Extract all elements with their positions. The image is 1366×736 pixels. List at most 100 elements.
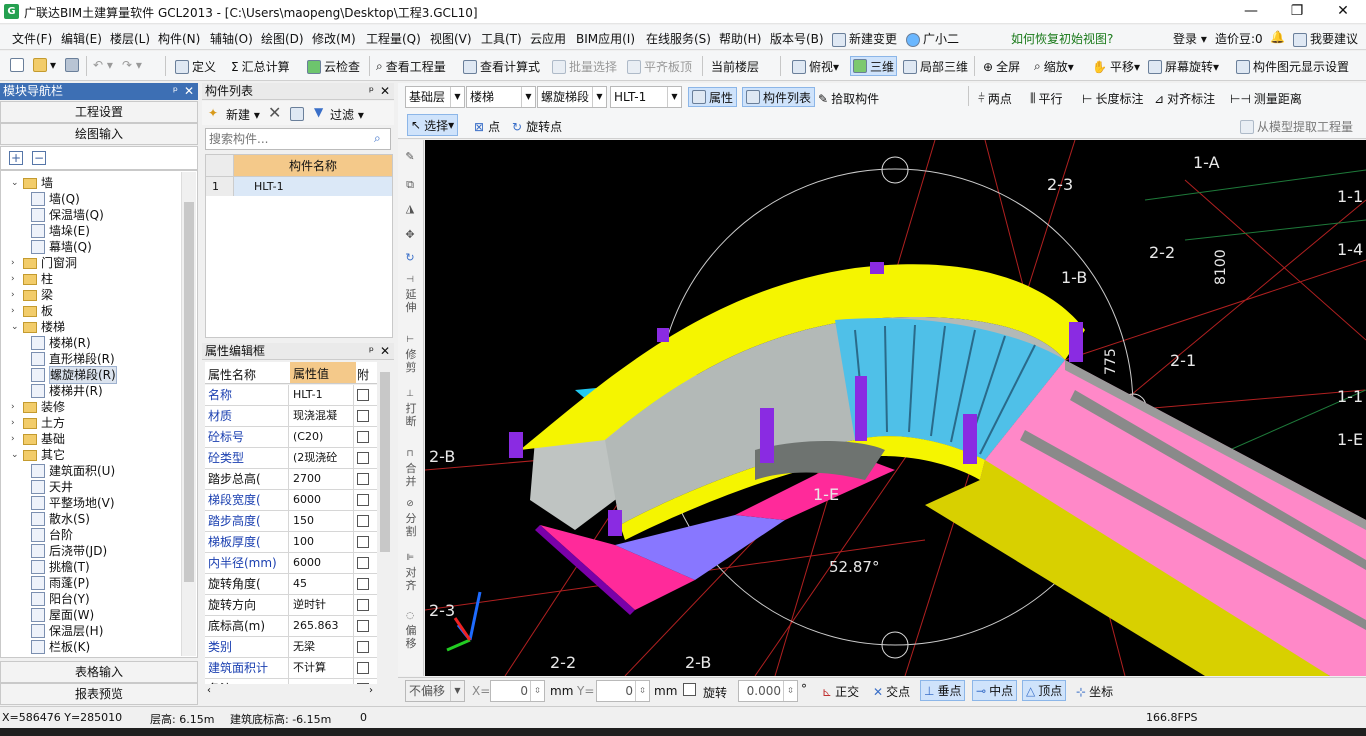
offset-mode-select[interactable]: 不偏移 ▼	[405, 680, 465, 702]
property-scrollbar[interactable]	[378, 362, 393, 680]
menu-help[interactable]: 帮助(H)	[719, 30, 761, 47]
tree-item[interactable]: › 基础	[11, 431, 65, 447]
length-label-button[interactable]: ⊢ 长度标注	[1082, 90, 1143, 107]
new-component-button[interactable]: 新建 ▾	[226, 106, 260, 123]
category-select[interactable]: 楼梯 ▼	[466, 86, 536, 108]
menu-edit[interactable]: 编辑(E)	[61, 30, 102, 47]
close-icon[interactable]: ✕	[380, 343, 390, 360]
menu-file[interactable]: 文件(F)	[12, 30, 52, 47]
property-row[interactable]: 砼类型 (2现浇砼	[205, 448, 377, 469]
tree-item[interactable]: 楼梯井(R)	[31, 383, 103, 399]
tree-item[interactable]: 散水(S)	[31, 511, 90, 527]
save-icon[interactable]	[65, 58, 82, 72]
menu-modify[interactable]: 修改(M)	[312, 30, 356, 47]
property-value[interactable]: (C20)	[290, 427, 354, 447]
project-settings-button[interactable]: 工程设置	[0, 101, 198, 123]
rotate-point-button[interactable]: ↻ 旋转点	[512, 118, 562, 135]
property-extra-checkbox[interactable]	[357, 620, 369, 632]
menu-aux-axis[interactable]: 辅轴(O)	[210, 30, 253, 47]
menu-view[interactable]: 视图(V)	[430, 30, 472, 47]
property-row[interactable]: 类别 无梁	[205, 637, 377, 658]
tree-item[interactable]: 平整场地(V)	[31, 495, 115, 511]
menu-new-change[interactable]: 新建变更	[832, 30, 897, 47]
y-input[interactable]: 0 ⇳	[596, 680, 650, 702]
view-formula-button[interactable]: 查看计算式	[463, 58, 540, 75]
mirror-icon[interactable]: ◮	[400, 202, 420, 215]
maximize-button[interactable]: ❐	[1274, 0, 1320, 24]
property-value[interactable]: HLT-1	[290, 385, 354, 405]
property-value[interactable]: 265.863	[290, 616, 354, 636]
property-value[interactable]: 6000	[290, 490, 354, 510]
element-display-button[interactable]: 构件图元显示设置	[1236, 58, 1349, 75]
type-select[interactable]: 螺旋梯段 ▼	[537, 86, 607, 108]
move-icon[interactable]: ✥	[400, 228, 420, 241]
menu-floor[interactable]: 楼层(L)	[110, 30, 150, 47]
sum-calc-button[interactable]: Σ 汇总计算	[231, 58, 290, 75]
chevron-down-icon[interactable]: ⌄	[11, 175, 23, 191]
property-extra-checkbox[interactable]	[357, 557, 369, 569]
property-row[interactable]: 旋转角度(45	[205, 574, 377, 595]
tree-item[interactable]: 挑檐(T)	[31, 559, 90, 575]
property-hscrollbar[interactable]: ‹ ›	[205, 684, 377, 700]
fullscreen-button[interactable]: ⊕ 全屏	[983, 58, 1020, 75]
property-extra-checkbox[interactable]	[357, 452, 369, 464]
pin-icon[interactable]: ᵖ	[369, 343, 374, 360]
tree-item[interactable]: 后浇带(JD)	[31, 543, 107, 559]
expand-all-icon[interactable]: +	[9, 151, 23, 165]
chevron-right-icon[interactable]: ›	[11, 415, 23, 431]
tree-item[interactable]: 楼梯(R)	[31, 335, 91, 351]
property-extra-checkbox[interactable]	[357, 515, 369, 527]
chevron-right-icon[interactable]: ›	[11, 431, 23, 447]
tree-item[interactable]: › 装修	[11, 399, 65, 415]
property-value[interactable]: 6000	[290, 553, 354, 573]
open-folder-icon[interactable]: ▾	[33, 58, 56, 72]
property-row[interactable]: 建筑面积计 不计算	[205, 658, 377, 679]
three-d-button[interactable]: 三维	[850, 56, 898, 76]
rotate-input[interactable]: 0.000 ⇳	[738, 680, 798, 702]
offset-icon[interactable]: ◌	[400, 610, 420, 623]
two-points-button[interactable]: ⫩ 两点	[978, 90, 1012, 107]
tree-item[interactable]: 建筑面积(U)	[31, 463, 115, 479]
tree-item[interactable]: 天井	[31, 479, 73, 495]
property-extra-checkbox[interactable]	[357, 389, 369, 401]
copy-icon[interactable]	[290, 106, 307, 121]
property-value[interactable]: (2现浇砼	[290, 448, 354, 468]
side-tool-break[interactable]: 打断	[405, 402, 417, 428]
redo-icon[interactable]: ↷ ▾	[122, 58, 142, 72]
property-extra-checkbox[interactable]	[357, 473, 369, 485]
tree-item[interactable]: ⌄ 其它	[11, 447, 65, 463]
pan-button[interactable]: ✋ 平移 ▾	[1092, 58, 1140, 75]
property-row[interactable]: 旋转方向 逆时针	[205, 595, 377, 616]
break-icon[interactable]: ⊥	[400, 388, 420, 401]
level-slab-button[interactable]: 平齐板顶	[627, 58, 692, 75]
property-extra-checkbox[interactable]	[357, 431, 369, 443]
menu-online[interactable]: 在线服务(S)	[646, 30, 711, 47]
delete-icon[interactable]: ✕	[268, 103, 281, 122]
collapse-all-icon[interactable]: −	[32, 151, 46, 165]
property-value[interactable]: 现浇混凝	[290, 406, 354, 426]
tree-item[interactable]: 墙(Q)	[31, 191, 80, 207]
tree-item[interactable]: 保温层(H)	[31, 623, 103, 639]
side-tool-extend[interactable]: 延伸	[405, 288, 417, 314]
search-icon[interactable]: ⌕	[374, 131, 381, 146]
screen-rotate-button[interactable]: 屏幕旋转 ▾	[1148, 58, 1219, 75]
chevron-right-icon[interactable]: ›	[11, 399, 23, 415]
base-layer-select[interactable]: 基础层 ▼	[405, 86, 465, 108]
local-3d-button[interactable]: 局部三维	[903, 58, 968, 75]
tree-item[interactable]: 螺旋梯段(R)	[31, 366, 117, 384]
menu-version[interactable]: 版本号(B)	[770, 30, 824, 47]
chevron-down-icon[interactable]: ⌄	[11, 319, 23, 335]
orthogonal-button[interactable]: ⊾ 正交	[822, 683, 859, 700]
side-tool-trim[interactable]: 修剪	[405, 348, 417, 374]
rotate-checkbox[interactable]	[683, 683, 696, 696]
property-row[interactable]: 砼标号 (C20)	[205, 427, 377, 448]
measure-button[interactable]: ⊢⊣ 测量距离	[1230, 90, 1302, 107]
menu-draw[interactable]: 绘图(D)	[261, 30, 304, 47]
intersection-button[interactable]: ✕ 交点	[873, 683, 910, 700]
chevron-right-icon[interactable]: ›	[11, 287, 23, 303]
property-extra-checkbox[interactable]	[357, 641, 369, 653]
filter-button[interactable]: 过滤 ▾	[330, 106, 364, 123]
extend-icon[interactable]: ⊣	[400, 274, 420, 287]
tree-item[interactable]: › 门窗洞	[11, 255, 77, 271]
property-row[interactable]: 内半径(mm) 6000	[205, 553, 377, 574]
